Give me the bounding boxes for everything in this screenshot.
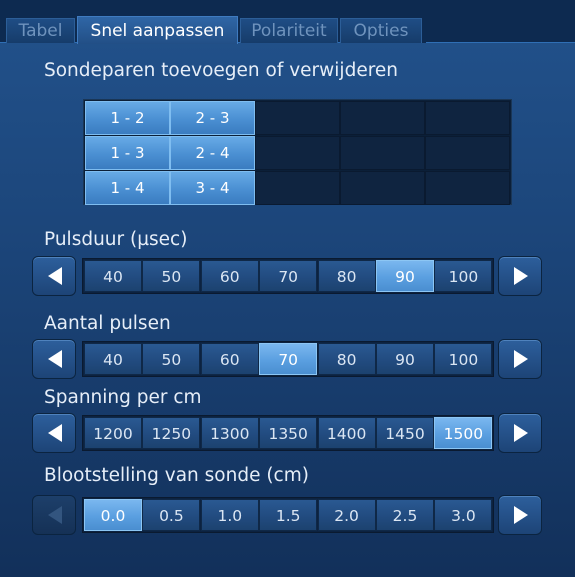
voltage-increase-button[interactable]	[498, 413, 542, 453]
pulse-duration-decrease-button[interactable]	[32, 256, 76, 296]
tab-snel-aanpassen[interactable]: Snel aanpassen	[77, 16, 238, 44]
pulse-count-values: 40 50 60 70 80 90 100	[82, 341, 494, 377]
voltage-option[interactable]: 1350	[259, 417, 318, 449]
empty-pair-slot	[255, 101, 340, 135]
exposure-option[interactable]: 0.0	[84, 499, 142, 531]
exposure-selector: 0.0 0.5 1.0 1.5 2.0 2.5 3.0	[32, 495, 542, 535]
arrow-left-icon	[48, 350, 62, 368]
probe-pair-button[interactable]: 1 - 4	[85, 171, 170, 205]
empty-pair-slot	[425, 171, 510, 205]
exposure-option[interactable]: 2.0	[317, 499, 376, 531]
tab-polariteit[interactable]: Polariteit	[240, 18, 338, 43]
voltage-option[interactable]: 1450	[376, 417, 434, 449]
pulse-duration-option[interactable]: 40	[84, 260, 142, 292]
voltage-values: 1200 1250 1300 1350 1400 1450 1500	[82, 415, 494, 451]
tab-bar-end	[422, 18, 426, 43]
voltage-selector: 1200 1250 1300 1350 1400 1450 1500	[32, 413, 542, 453]
pulse-duration-option[interactable]: 50	[142, 260, 201, 292]
voltage-label: Spanning per cm	[44, 387, 202, 408]
empty-pair-slot	[340, 171, 425, 205]
exposure-option[interactable]: 1.5	[259, 499, 318, 531]
probe-pair-button[interactable]: 2 - 4	[170, 136, 255, 170]
arrow-right-icon	[514, 350, 528, 368]
voltage-decrease-button[interactable]	[32, 413, 76, 453]
empty-pair-slot	[425, 136, 510, 170]
quick-adjust-panel: Tabel Snel aanpassen Polariteit Opties S…	[0, 0, 575, 577]
pulse-count-option[interactable]: 70	[259, 343, 318, 375]
tab-tabel[interactable]: Tabel	[6, 18, 75, 43]
empty-pair-slot	[340, 101, 425, 135]
voltage-option[interactable]: 1250	[142, 417, 201, 449]
arrow-right-icon	[514, 506, 528, 524]
pulse-duration-option[interactable]: 70	[259, 260, 318, 292]
tab-opties[interactable]: Opties	[340, 18, 422, 43]
arrow-left-icon	[48, 424, 62, 442]
probe-pair-button[interactable]: 2 - 3	[170, 101, 255, 135]
exposure-option[interactable]: 2.5	[376, 499, 434, 531]
pulse-duration-values: 40 50 60 70 80 90 100	[82, 258, 494, 294]
arrow-right-icon	[514, 424, 528, 442]
pulse-duration-option[interactable]: 60	[200, 260, 259, 292]
pulse-count-selector: 40 50 60 70 80 90 100	[32, 339, 542, 379]
pulse-duration-label: Pulsduur (µsec)	[44, 229, 188, 250]
probe-pair-button[interactable]: 1 - 2	[85, 101, 170, 135]
empty-pair-slot	[255, 136, 340, 170]
exposure-label: Blootstelling van sonde (cm)	[44, 465, 309, 486]
arrow-left-icon	[48, 267, 62, 285]
pulse-duration-option[interactable]: 100	[434, 260, 493, 292]
voltage-option[interactable]: 1200	[84, 417, 142, 449]
empty-pair-slot	[255, 171, 340, 205]
exposure-values: 0.0 0.5 1.0 1.5 2.0 2.5 3.0	[82, 497, 494, 533]
pulse-duration-increase-button[interactable]	[498, 256, 542, 296]
pulse-count-label: Aantal pulsen	[44, 313, 171, 334]
pulse-count-option[interactable]: 60	[200, 343, 259, 375]
pulse-duration-option[interactable]: 90	[376, 260, 434, 292]
probe-pairs-grid: 1 - 2 2 - 3 1 - 3 2 - 4 1 - 4 3 - 4	[83, 99, 512, 205]
pulse-count-increase-button[interactable]	[498, 339, 542, 379]
pulse-count-option[interactable]: 50	[142, 343, 201, 375]
pulse-count-option[interactable]: 40	[84, 343, 142, 375]
pulse-count-decrease-button[interactable]	[32, 339, 76, 379]
exposure-option[interactable]: 3.0	[434, 499, 493, 531]
pairs-section-title: Sondeparen toevoegen of verwijderen	[44, 60, 399, 81]
voltage-option[interactable]: 1400	[317, 417, 376, 449]
pulse-duration-option[interactable]: 80	[317, 260, 376, 292]
empty-pair-slot	[425, 101, 510, 135]
exposure-option[interactable]: 1.0	[200, 499, 259, 531]
arrow-right-icon	[514, 267, 528, 285]
exposure-option[interactable]: 0.5	[142, 499, 201, 531]
probe-pair-button[interactable]: 3 - 4	[170, 171, 255, 205]
voltage-option[interactable]: 1500	[434, 417, 493, 449]
exposure-decrease-button[interactable]	[32, 495, 76, 535]
tab-bar: Tabel Snel aanpassen Polariteit Opties	[0, 0, 575, 44]
exposure-increase-button[interactable]	[498, 495, 542, 535]
pulse-count-option[interactable]: 90	[376, 343, 434, 375]
pulse-count-option[interactable]: 80	[317, 343, 376, 375]
pulse-duration-selector: 40 50 60 70 80 90 100	[32, 256, 542, 296]
probe-pair-button[interactable]: 1 - 3	[85, 136, 170, 170]
voltage-option[interactable]: 1300	[200, 417, 259, 449]
pulse-count-option[interactable]: 100	[434, 343, 493, 375]
arrow-left-icon	[48, 506, 62, 524]
empty-pair-slot	[340, 136, 425, 170]
